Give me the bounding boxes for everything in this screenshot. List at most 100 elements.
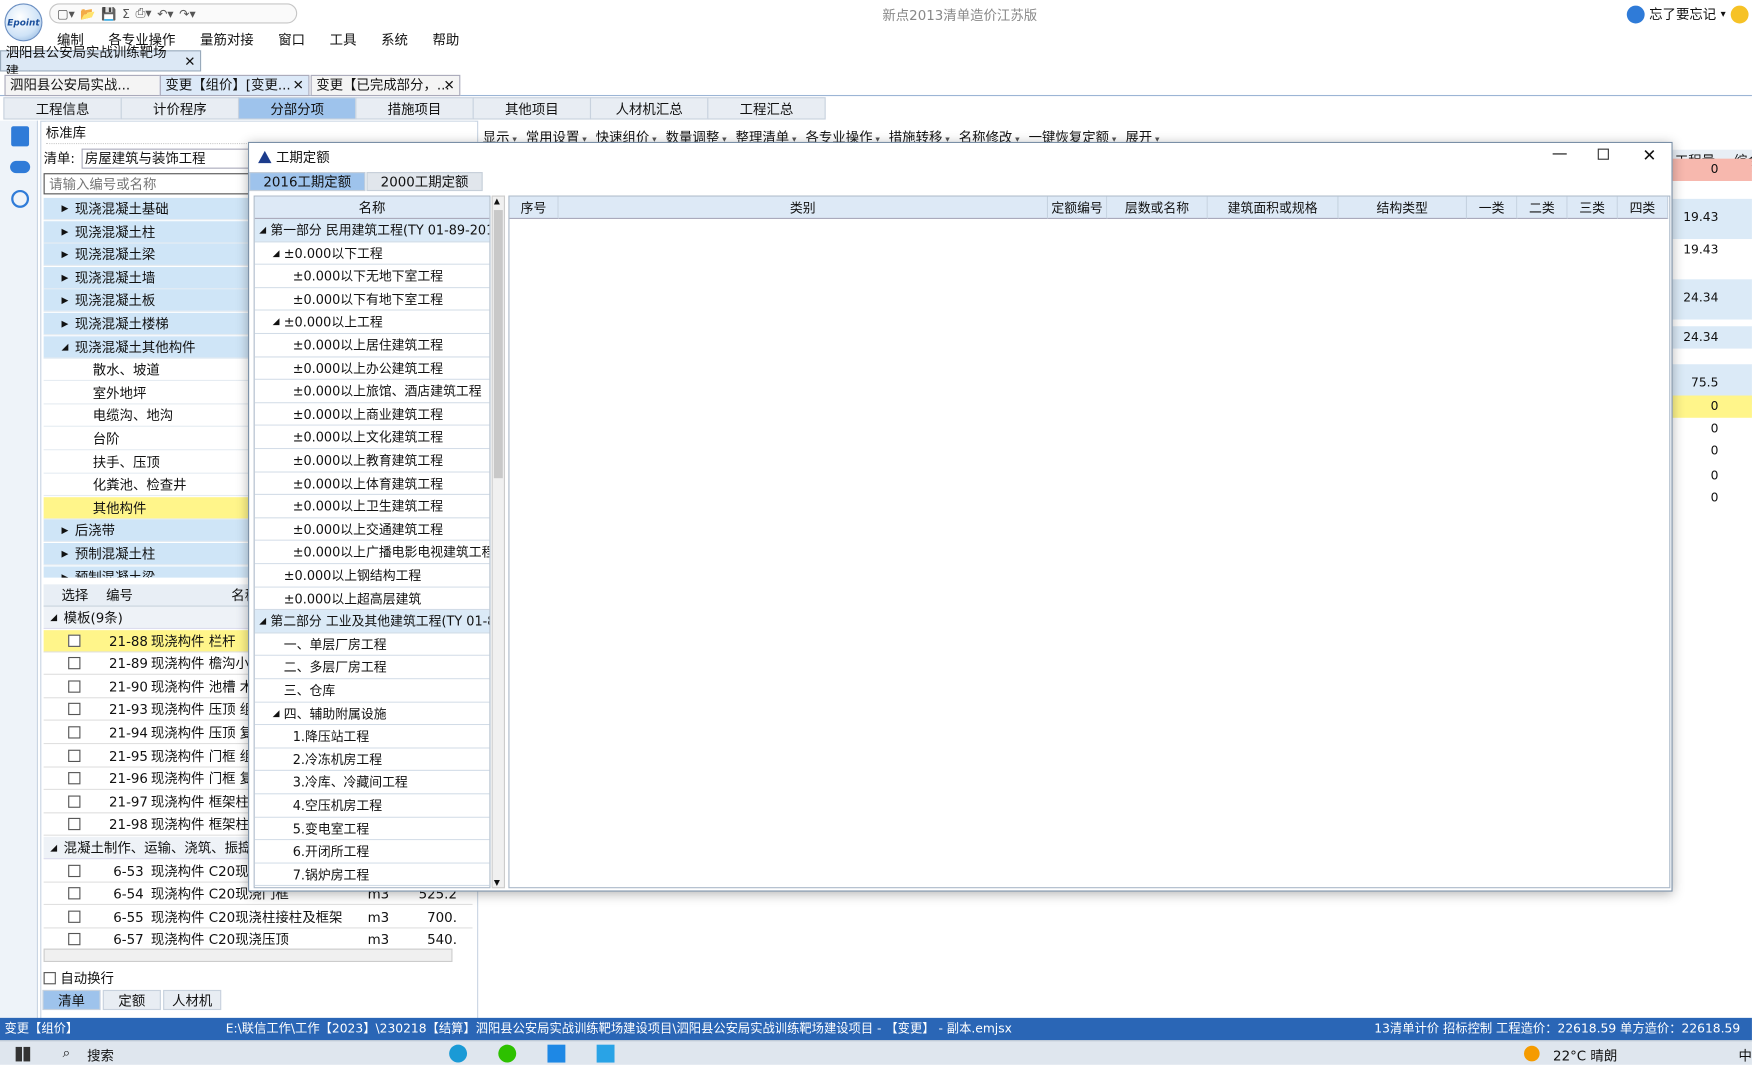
quota-tree-item[interactable]: ±0.000以上旅馆、酒店建筑工程 <box>254 380 490 404</box>
collapsed-triangle-icon[interactable]: ▶ <box>61 566 68 578</box>
cloud-icon[interactable] <box>10 160 31 174</box>
library-tree-item[interactable]: 电缆沟、地沟 <box>43 405 252 428</box>
quota-tree-item[interactable]: ±0.000以下无地下室工程 <box>254 265 490 289</box>
row-checkbox[interactable] <box>68 864 81 877</box>
tab-module[interactable]: 其他项目 <box>472 97 592 120</box>
quota-tree-item[interactable]: 5.变电室工程 <box>254 817 490 841</box>
tab-bottom[interactable]: 清单 <box>42 989 101 1011</box>
library-tree-item[interactable]: ◢ 现浇混凝土其他构件 <box>43 335 252 359</box>
row-checkbox[interactable] <box>68 749 81 762</box>
document-tab[interactable]: 泗阳县公安局实战训练靶场建... ✕ <box>0 44 202 79</box>
expanded-triangle-icon[interactable]: ◢ <box>273 702 280 724</box>
menu-item[interactable]: 系统 <box>369 30 420 50</box>
collapsed-triangle-icon[interactable]: ▶ <box>61 221 68 242</box>
horizontal-scrollbar[interactable] <box>43 948 453 962</box>
sub-tab-change-completed[interactable]: 变更【已完成部分，... ✕ <box>310 74 461 97</box>
weather-text[interactable]: 22°C 晴朗 <box>1553 1046 1617 1065</box>
collapsed-triangle-icon[interactable]: ▶ <box>61 290 68 311</box>
table-column-header[interactable]: 四类 <box>1617 196 1669 219</box>
library-tree-item[interactable]: 化粪池、检查井 <box>43 474 252 497</box>
ime-indicator[interactable]: 中 <box>1739 1046 1752 1065</box>
tab-module[interactable]: 计价程序 <box>120 97 240 120</box>
menu-item[interactable]: 工具 <box>317 30 368 50</box>
quota-tree-item[interactable]: ◢ 第二部分 工业及其他建筑工程(TY 01-89 <box>254 610 490 634</box>
sub-tab-project[interactable]: 泗阳县公安局实战... <box>4 74 161 97</box>
maximize-button[interactable] <box>1597 148 1609 160</box>
table-column-header[interactable]: 定额编号 <box>1048 196 1108 219</box>
row-checkbox[interactable] <box>68 726 81 739</box>
quota-tree-item[interactable]: 一、单层厂房工程 <box>254 633 490 657</box>
close-icon[interactable]: ✕ <box>180 53 200 69</box>
collapsed-triangle-icon[interactable]: ▶ <box>61 267 68 288</box>
quota-tree-item[interactable]: ±0.000以上居住建筑工程 <box>254 334 490 358</box>
quota-tree-item[interactable]: 二、多层厂房工程 <box>254 656 490 680</box>
collapsed-triangle-icon[interactable]: ▶ <box>61 543 68 564</box>
library-tree-item[interactable]: ▶ 现浇混凝土基础 <box>43 197 252 221</box>
tab-2000-quota[interactable]: 2000工期定额 <box>366 172 483 192</box>
wechat-icon[interactable] <box>498 1044 517 1063</box>
library-tree-item[interactable]: ▶ 现浇混凝土柱 <box>43 220 252 244</box>
quota-tree-item[interactable]: 7.锅炉房工程 <box>254 863 490 887</box>
table-column-header[interactable]: 二类 <box>1517 196 1568 219</box>
list-icon[interactable] <box>11 126 30 147</box>
expanded-triangle-icon[interactable]: ◢ <box>273 242 280 264</box>
menu-item[interactable]: 量筋对接 <box>188 30 266 50</box>
row-checkbox[interactable] <box>68 887 81 900</box>
expanded-triangle-icon[interactable]: ◢ <box>259 219 266 241</box>
expanded-triangle-icon[interactable]: ◢ <box>61 336 68 357</box>
chevron-down-icon[interactable]: ▾ <box>1721 8 1726 19</box>
menu-item[interactable]: 窗口 <box>266 30 317 50</box>
library-tree-item[interactable]: 散水、坡道 <box>43 359 252 382</box>
table-column-header[interactable]: 建筑面积或规格 <box>1207 196 1339 219</box>
minimize-button[interactable]: — <box>1552 145 1568 163</box>
tree-scrollbar[interactable]: ▲ ▼ <box>491 195 506 889</box>
library-tree-item[interactable]: ▶ 预制混凝土梁 <box>43 566 252 578</box>
library-tree-item[interactable]: ▶ 现浇混凝土墙 <box>43 266 252 290</box>
table-row[interactable]: 6-57 现浇构件 C20现浇压顶 m3 540. <box>44 929 473 949</box>
tab-bottom[interactable]: 定额 <box>102 989 161 1011</box>
library-tree-item[interactable]: ▶ 现浇混凝土板 <box>43 289 252 313</box>
collapsed-triangle-icon[interactable]: ▶ <box>61 198 68 219</box>
row-checkbox[interactable] <box>68 772 81 785</box>
row-checkbox[interactable] <box>68 657 81 670</box>
quota-tree-item[interactable]: ◢ ±0.000以下工程 <box>254 242 490 266</box>
list-select[interactable]: 房屋建筑与装饰工程 <box>81 148 250 169</box>
quota-tree-item[interactable]: ±0.000以上文化建筑工程 <box>254 426 490 450</box>
quota-tree-item[interactable]: 6.开闭所工程 <box>254 840 490 864</box>
quota-tree-item[interactable]: ◢ 四、辅助附属设施 <box>254 702 490 726</box>
close-icon[interactable]: ✕ <box>443 76 454 95</box>
table-column-header[interactable]: 层数或名称 <box>1107 196 1208 219</box>
close-icon[interactable]: ✕ <box>293 76 304 95</box>
library-tree-item[interactable]: 其他构件 <box>43 496 252 520</box>
quota-tree-item[interactable]: ◢ 第一部分 民用建筑工程(TY 01-89-2016) <box>254 218 490 243</box>
quota-tree-item[interactable]: 1.降压站工程 <box>254 725 490 749</box>
auto-wrap-checkbox[interactable] <box>43 972 56 985</box>
quota-tree-item[interactable]: ±0.000以上商业建筑工程 <box>254 403 490 427</box>
row-checkbox[interactable] <box>68 703 81 716</box>
quota-tree-item[interactable]: 三、仓库 <box>254 679 490 703</box>
quota-tree-item[interactable]: ±0.000以上办公建筑工程 <box>254 357 490 381</box>
tab-module[interactable]: 分部分项 <box>237 97 357 120</box>
tab-bottom[interactable]: 人材机 <box>163 989 222 1011</box>
menu-item[interactable]: 帮助 <box>420 30 471 50</box>
row-checkbox[interactable] <box>68 634 81 647</box>
quota-tree-item[interactable]: ◢ ±0.000以上工程 <box>254 311 490 335</box>
library-tree-item[interactable]: 扶手、压顶 <box>43 451 252 474</box>
quota-tree-item[interactable]: ±0.000以上交通建筑工程 <box>254 518 490 542</box>
app-f-icon[interactable] <box>547 1044 566 1063</box>
library-tree-item[interactable]: ▶ 预制混凝土柱 <box>43 543 252 566</box>
library-tree-item[interactable]: ▶ 后浇带 <box>43 519 252 543</box>
tab-2016-quota[interactable]: 2016工期定额 <box>249 172 366 192</box>
expanded-triangle-icon[interactable]: ◢ <box>259 610 266 632</box>
row-checkbox[interactable] <box>68 910 81 923</box>
tab-module[interactable]: 工程汇总 <box>707 97 826 120</box>
tab-module[interactable]: 工程信息 <box>3 97 122 120</box>
auto-wrap-option[interactable]: 自动换行 <box>43 969 114 988</box>
row-checkbox[interactable] <box>68 680 81 693</box>
tab-module[interactable]: 人材机汇总 <box>589 97 709 120</box>
quota-tree-item[interactable]: ±0.000以上教育建筑工程 <box>254 449 490 473</box>
windows-start-icon[interactable] <box>15 1046 31 1062</box>
taskbar-search-label[interactable]: 搜索 <box>87 1046 114 1065</box>
table-column-header[interactable]: 三类 <box>1567 196 1618 219</box>
target-icon[interactable] <box>11 189 30 208</box>
